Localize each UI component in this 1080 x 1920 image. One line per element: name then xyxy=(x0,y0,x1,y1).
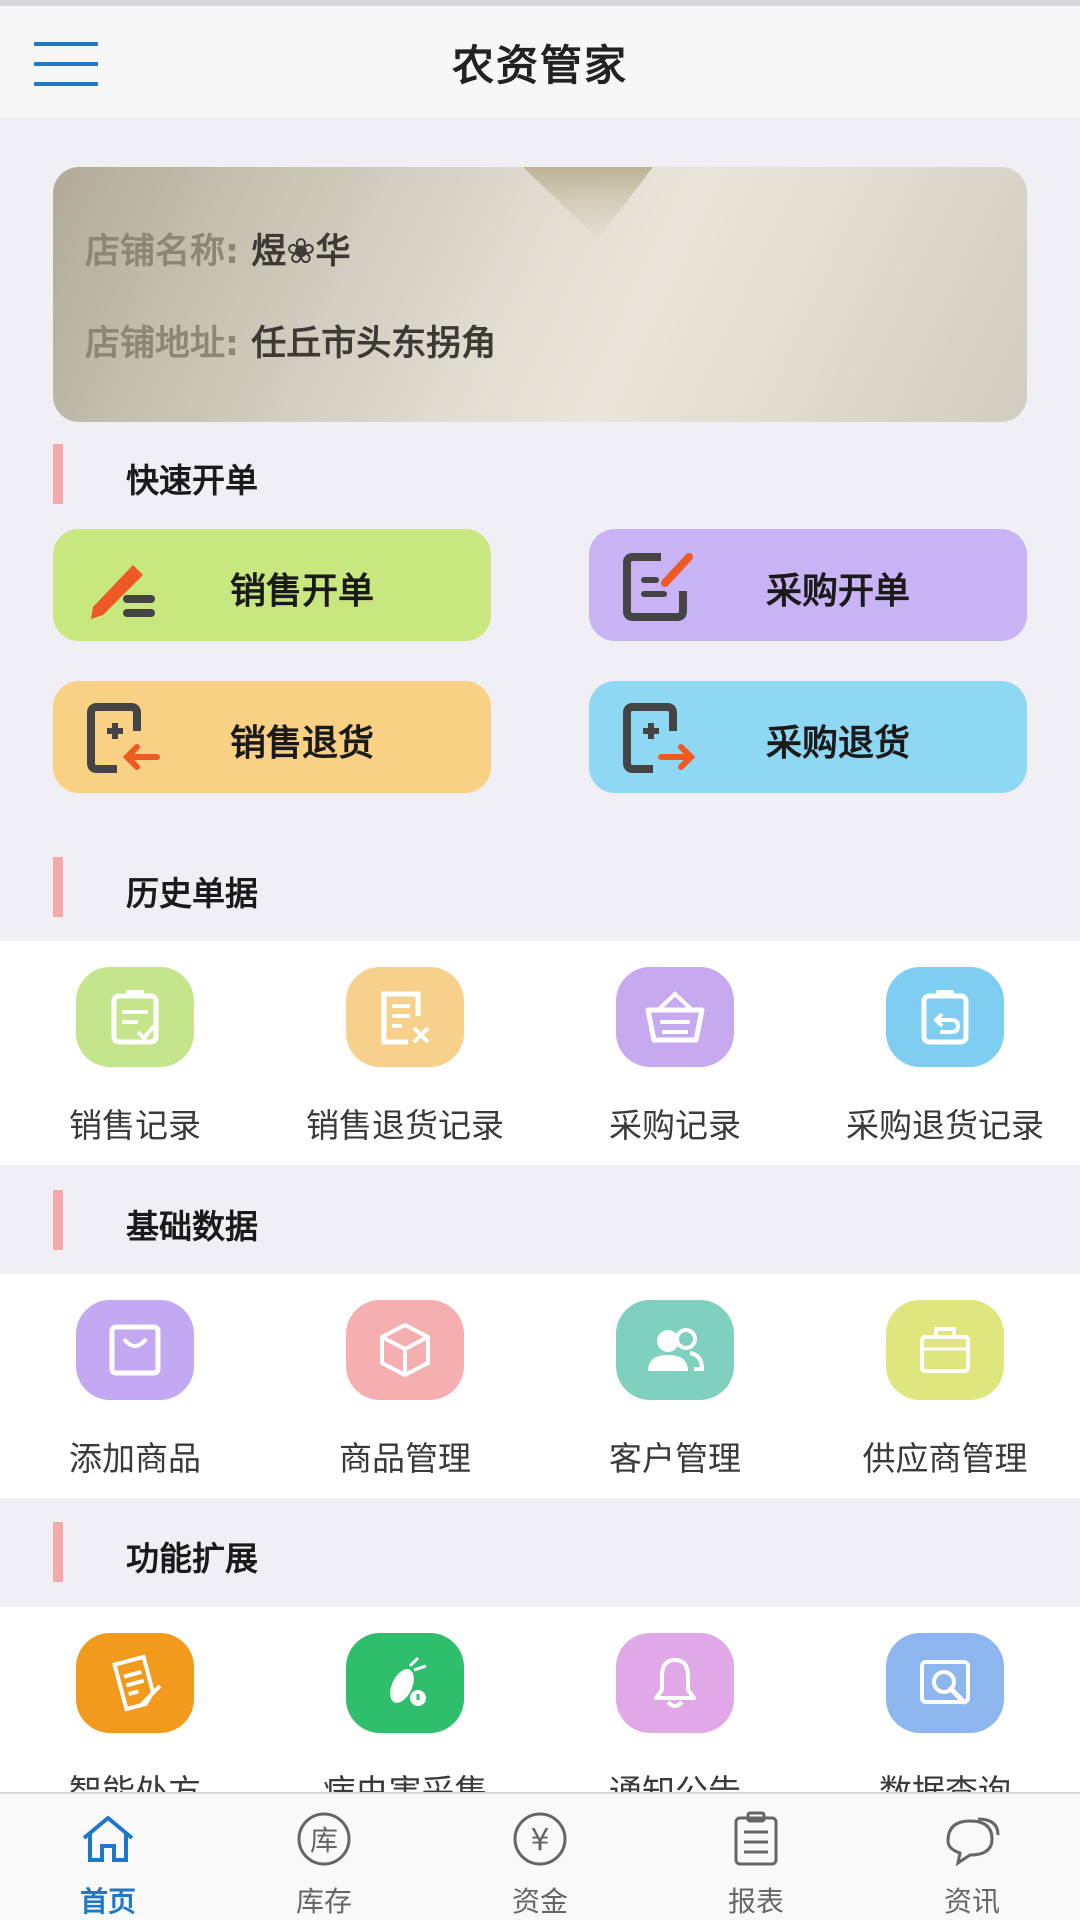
item-label: 病虫害采集 xyxy=(322,1772,488,1792)
extend-panel: 智能处方 病虫害采集 通知公告 数据查询 xyxy=(0,1607,1080,1792)
home-icon xyxy=(74,1808,142,1870)
purchase-return-button[interactable]: 采购退货 xyxy=(589,681,1027,793)
tab-label: 报表 xyxy=(727,1885,784,1918)
prescription-icon xyxy=(76,1633,194,1733)
tab-news[interactable]: 资讯 xyxy=(864,1794,1080,1920)
section-quick-order: 快速开单 xyxy=(0,444,1080,504)
purchase-record-item[interactable]: 采购记录 xyxy=(540,941,810,1165)
clipboard-return-icon xyxy=(886,967,1004,1067)
basic-data-panel: 添加商品 商品管理 客户管理 供应商管理 xyxy=(0,1274,1080,1498)
sales-order-label: 销售开单 xyxy=(229,571,374,612)
item-label: 销售退货记录 xyxy=(306,1106,504,1145)
product-manage-item[interactable]: 商品管理 xyxy=(270,1274,540,1498)
item-label: 通知公告 xyxy=(609,1772,741,1792)
tab-funds[interactable]: ¥ 资金 xyxy=(432,1794,648,1920)
bug-icon xyxy=(346,1633,464,1733)
purchase-return-record-item[interactable]: 采购退货记录 xyxy=(810,941,1080,1165)
supplier-manage-item[interactable]: 供应商管理 xyxy=(810,1274,1080,1498)
item-label: 商品管理 xyxy=(339,1439,471,1478)
tab-label: 资讯 xyxy=(943,1885,1000,1918)
report-icon xyxy=(722,1808,790,1870)
sales-order-button[interactable]: 销售开单 xyxy=(53,529,491,641)
box-icon xyxy=(346,1300,464,1400)
search-doc-icon xyxy=(886,1633,1004,1733)
purchase-order-label: 采购开单 xyxy=(765,571,910,612)
item-label: 销售记录 xyxy=(69,1106,201,1145)
section-marker xyxy=(53,857,63,917)
customer-manage-item[interactable]: 客户管理 xyxy=(540,1274,810,1498)
yen-icon: ¥ xyxy=(506,1808,574,1870)
briefcase-icon xyxy=(886,1300,1004,1400)
add-product-item[interactable]: 添加商品 xyxy=(0,1274,270,1498)
section-marker xyxy=(53,1190,63,1250)
inventory-icon: 库 xyxy=(290,1808,358,1870)
section-extend: 功能扩展 xyxy=(0,1522,1080,1582)
tab-home[interactable]: 首页 xyxy=(0,1794,216,1920)
data-query-item[interactable]: 数据查询 xyxy=(810,1607,1080,1792)
store-name-row: 店铺名称: 煜❀华 xyxy=(85,223,351,274)
bag-icon xyxy=(76,1300,194,1400)
bell-icon xyxy=(616,1633,734,1733)
tab-label: 库存 xyxy=(295,1885,352,1918)
notice-item[interactable]: 通知公告 xyxy=(540,1607,810,1792)
store-banner: 店铺名称: 煜❀华 店铺地址: 任丘市头东拐角 xyxy=(53,167,1027,422)
section-title: 历史单据 xyxy=(126,874,258,913)
sales-return-label: 销售退货 xyxy=(229,723,374,764)
store-name-label: 店铺名称: xyxy=(85,232,239,272)
smart-prescription-item[interactable]: 智能处方 xyxy=(0,1607,270,1792)
doc-cross-icon xyxy=(346,967,464,1067)
store-address-label: 店铺地址: xyxy=(85,324,239,364)
banner-background xyxy=(523,167,653,239)
store-address-row: 店铺地址: 任丘市头东拐角 xyxy=(85,315,496,366)
tab-reports[interactable]: 报表 xyxy=(648,1794,864,1920)
section-basic-data: 基础数据 xyxy=(0,1190,1080,1250)
pest-collect-item[interactable]: 病虫害采集 xyxy=(270,1607,540,1792)
svg-text:¥: ¥ xyxy=(530,1823,549,1858)
item-label: 客户管理 xyxy=(609,1439,741,1478)
tab-label: 资金 xyxy=(511,1885,568,1918)
item-label: 采购退货记录 xyxy=(846,1106,1044,1145)
history-panel: 销售记录 销售退货记录 采购记录 采购退货记录 xyxy=(0,941,1080,1165)
section-marker xyxy=(53,1522,63,1582)
item-label: 采购记录 xyxy=(609,1106,741,1145)
section-title: 功能扩展 xyxy=(126,1539,258,1578)
nav-bar: 农资管家 xyxy=(0,6,1080,118)
sales-return-button[interactable]: 销售退货 xyxy=(53,681,491,793)
item-label: 智能处方 xyxy=(69,1772,201,1792)
sales-return-record-item[interactable]: 销售退货记录 xyxy=(270,941,540,1165)
purchase-order-button[interactable]: 采购开单 xyxy=(589,529,1027,641)
purchase-return-label: 采购退货 xyxy=(765,723,910,764)
section-history: 历史单据 xyxy=(0,857,1080,917)
page-title: 农资管家 xyxy=(451,41,628,90)
basket-icon xyxy=(616,967,734,1067)
chat-icon xyxy=(938,1808,1006,1870)
users-icon xyxy=(616,1300,734,1400)
store-name-value: 煜❀华 xyxy=(251,232,351,272)
sales-record-item[interactable]: 销售记录 xyxy=(0,941,270,1165)
section-title: 基础数据 xyxy=(126,1207,258,1246)
section-title: 快速开单 xyxy=(126,461,258,500)
item-label: 数据查询 xyxy=(879,1772,1011,1792)
store-address-value: 任丘市头东拐角 xyxy=(251,324,497,364)
bottom-tab-bar: 首页 库 库存 ¥ 资金 报表 资讯 xyxy=(0,1792,1080,1920)
svg-text:库: 库 xyxy=(310,1824,338,1857)
clipboard-check-icon xyxy=(76,967,194,1067)
item-label: 供应商管理 xyxy=(862,1439,1028,1478)
tab-inventory[interactable]: 库 库存 xyxy=(216,1794,432,1920)
item-label: 添加商品 xyxy=(69,1439,201,1478)
tab-label: 首页 xyxy=(79,1885,136,1918)
section-marker xyxy=(53,444,63,504)
